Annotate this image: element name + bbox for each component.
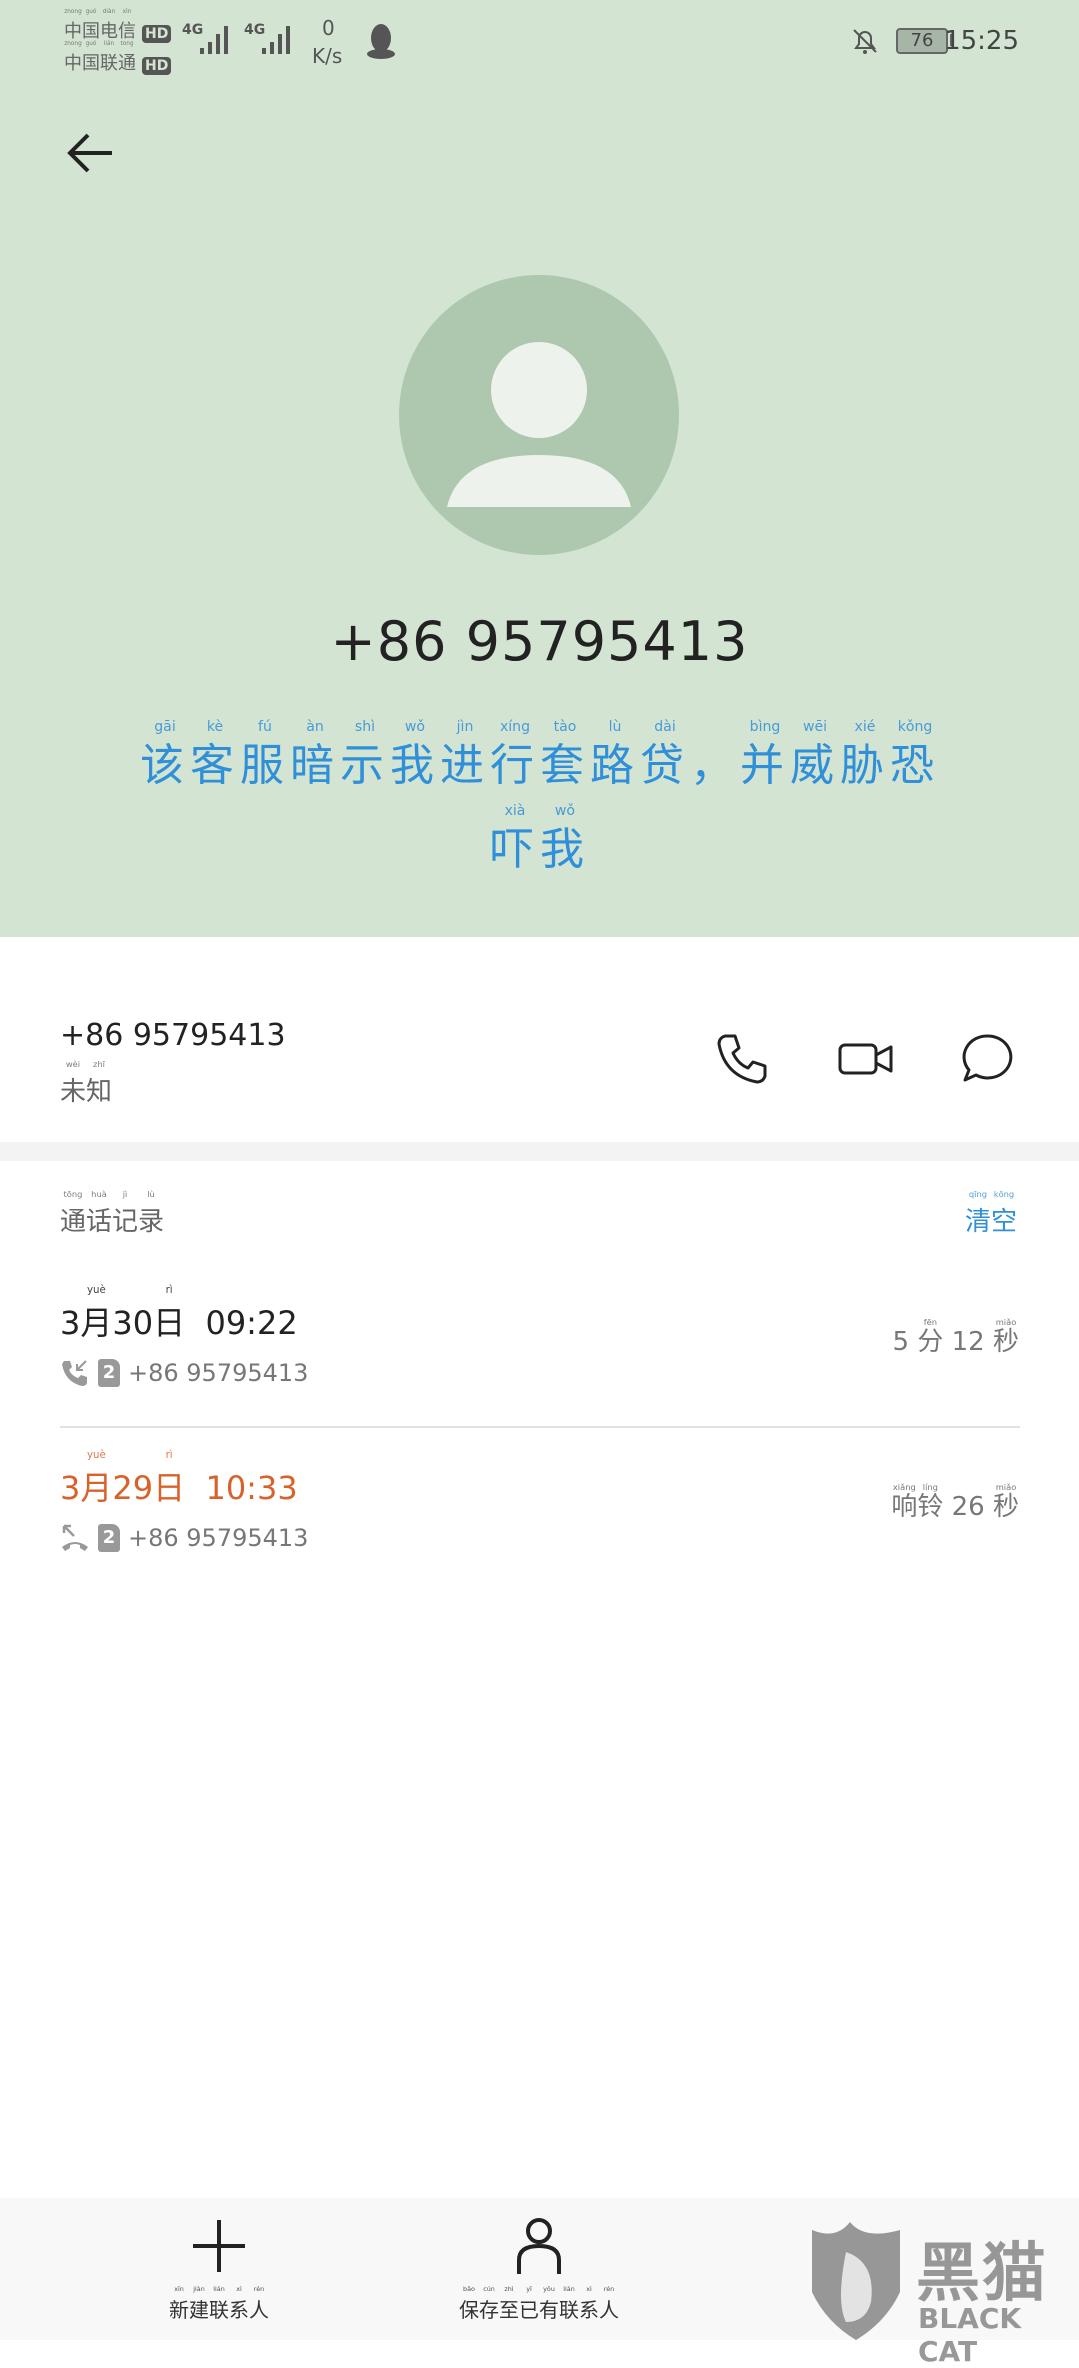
call-log-row[interactable]: 3 yuè 月30 rì 日 09:22 2 +86 95795413 5 分fēn 1… xyxy=(0,1282,1079,1442)
net-speed-value: 0 xyxy=(322,16,335,40)
annotated-text: 该客服暗示我进行套路贷，并威胁恐 xyxy=(140,740,940,791)
annotated-text: 通话记录 xyxy=(60,1207,165,1237)
new-contact-button[interactable]: xīn jiàn lián xì rén 新建联系人 xyxy=(69,2216,369,2323)
save-to-existing-label: bǎo cún zhì yǐ yǒu lián xì rén 保存至已有联系人 xyxy=(389,2284,689,2323)
call-duration: 5 分fēn 12 秒miǎo xyxy=(892,1317,1019,1357)
carrier-1-name: zhōng guó diàn xìn 中国电信 xyxy=(64,8,136,43)
sim-2-badge: 2 xyxy=(98,1359,120,1387)
pinyin: yuè xyxy=(86,1449,106,1461)
number-type-text: wèi zhī 未知 xyxy=(60,1058,112,1108)
pinyin: yuè xyxy=(86,1284,106,1296)
carrier-1: zhōng guó diàn xìn 中国电信 HD xyxy=(64,8,172,43)
black-cat-logo-icon xyxy=(812,2222,900,2340)
section-gap xyxy=(0,1142,1079,1161)
pinyin: bǎo cún zhì yǐ yǒu lián xì rén xyxy=(463,2285,615,2293)
signal-icon xyxy=(200,26,228,54)
call-sub: 2 +86 95795413 xyxy=(60,1523,308,1553)
info-number: +86 95795413 xyxy=(60,1018,286,1053)
signal-icon xyxy=(262,26,290,54)
annotated-text: 清空 xyxy=(964,1207,1017,1237)
new-contact-label: xīn jiàn lián xì rén 新建联系人 xyxy=(69,2284,369,2323)
net-speed-unit: K/s xyxy=(312,44,343,68)
annotated-text: 保存至已有联系人 xyxy=(459,2298,619,2322)
bell-off-icon xyxy=(853,29,877,54)
pinyin: zhōng guó lián tōng xyxy=(64,41,134,47)
watermark-logo-text: 黑猫 xyxy=(916,2237,1048,2311)
user-annotation: gāi kè fú àn shì wǒ jìn xíng tào lù dài bìng wēi xié k… xyxy=(100,716,980,884)
month-char: yuè 月 xyxy=(80,1282,112,1344)
battery-icon: 76 xyxy=(896,28,948,54)
annotation-line-1: gāi kè fú àn shì wǒ jìn xíng tào lù dài bìng wēi xié k… xyxy=(100,716,980,794)
day-char: rì 日 xyxy=(153,1447,185,1509)
call-date: 3 yuè 月30 rì 日 09:22 xyxy=(60,1282,298,1344)
pinyin: zhōng guó diàn xìn xyxy=(64,9,132,15)
call-sub: 2 +86 95795413 xyxy=(60,1358,308,1388)
avatar xyxy=(399,275,679,555)
annotation-line-2: xià wǒ 吓我 xyxy=(100,800,980,878)
annotated-text: 中国联通 xyxy=(64,53,136,74)
save-to-existing-text: bǎo cún zhì yǐ yǒu lián xì rén 保存至已有联系人 xyxy=(459,2284,619,2323)
annotated-text: 吓我 xyxy=(490,824,590,875)
pinyin: wèi zhī xyxy=(65,1059,105,1069)
clock: 15:25 xyxy=(944,26,1019,56)
save-to-existing-button[interactable]: bǎo cún zhì yǐ yǒu lián xì rén 保存至已有联系人 xyxy=(389,2216,689,2323)
pinyin: xīn jiàn lián xì rén xyxy=(174,2285,265,2293)
annotated-text: 中国电信 xyxy=(64,21,136,42)
annotated-text: 新建联系人 xyxy=(169,2298,269,2322)
annotated-text: 月 xyxy=(80,1304,113,1342)
sim-2-badge: 2 xyxy=(98,1524,120,1552)
message-icon[interactable] xyxy=(959,1030,1017,1088)
pinyin: rì xyxy=(165,1449,173,1461)
qq-penguin-icon xyxy=(367,24,395,59)
annotated-text: 日 xyxy=(153,1469,186,1507)
annotation-line-2-text: xià wǒ 吓我 xyxy=(490,800,590,878)
plus-icon xyxy=(193,2220,245,2272)
black-cat-watermark: 黑猫 BLACK CAT xyxy=(806,2222,1079,2368)
pinyin: xià wǒ xyxy=(504,803,576,819)
clear-button[interactable]: qīng kōng 清空 xyxy=(965,1188,1017,1238)
number-type: wèi zhī 未知 xyxy=(60,1058,112,1108)
new-contact-text: xīn jiàn lián xì rén 新建联系人 xyxy=(169,2284,269,2323)
contact-number-title: +86 95795413 xyxy=(330,610,749,673)
clear-button-text: qīng kōng 清空 xyxy=(965,1188,1017,1238)
person-icon xyxy=(517,2218,561,2274)
phone-icon[interactable] xyxy=(713,1030,771,1088)
annotation-line-1-text: gāi kè fú àn shì wǒ jìn xíng tào lù dài bìng wēi xié k… xyxy=(140,716,940,794)
month-char: yuè 月 xyxy=(80,1447,112,1509)
annotated-text: 日 xyxy=(153,1304,186,1342)
video-call-icon[interactable] xyxy=(837,1030,895,1088)
pinyin: rì xyxy=(165,1284,173,1296)
call-log-title: tōng huà jì lù 通话记录 xyxy=(60,1188,164,1238)
hd-badge: HD xyxy=(142,57,172,75)
call-log-row[interactable]: 3 yuè 月29 rì 日 10:33 2 +86 95795413 响xiǎng铃l… xyxy=(0,1447,1079,1607)
pinyin: gāi kè fú àn shì wǒ jìn xíng tào lù dài bìng wēi xié k… xyxy=(154,719,933,735)
annotated-text: 月 xyxy=(80,1469,113,1507)
pinyin: tōng huà jì lù xyxy=(63,1189,155,1199)
call-date-missed: 3 yuè 月29 rì 日 10:33 xyxy=(60,1447,298,1509)
ring-duration: 响xiǎng铃líng 26 秒miǎo xyxy=(891,1482,1019,1522)
carrier-2-name: zhōng guó lián tōng 中国联通 xyxy=(64,40,136,75)
call-number: +86 95795413 xyxy=(128,1524,309,1552)
carrier-2: zhōng guó lián tōng 中国联通 HD xyxy=(64,40,172,75)
call-log-title-text: tōng huà jì lù 通话记录 xyxy=(60,1188,164,1238)
back-arrow-icon[interactable] xyxy=(62,125,118,181)
pinyin: qīng kōng xyxy=(968,1189,1015,1199)
watermark-en: BLACK CAT xyxy=(918,2302,1022,2368)
annotated-text: 未知 xyxy=(60,1077,113,1107)
divider xyxy=(60,1426,1020,1428)
day-char: rì 日 xyxy=(153,1282,185,1344)
call-number: +86 95795413 xyxy=(128,1359,309,1387)
incoming-call-icon xyxy=(62,1360,87,1386)
person-silhouette-icon xyxy=(447,342,631,507)
missed-call-icon xyxy=(62,1524,88,1551)
